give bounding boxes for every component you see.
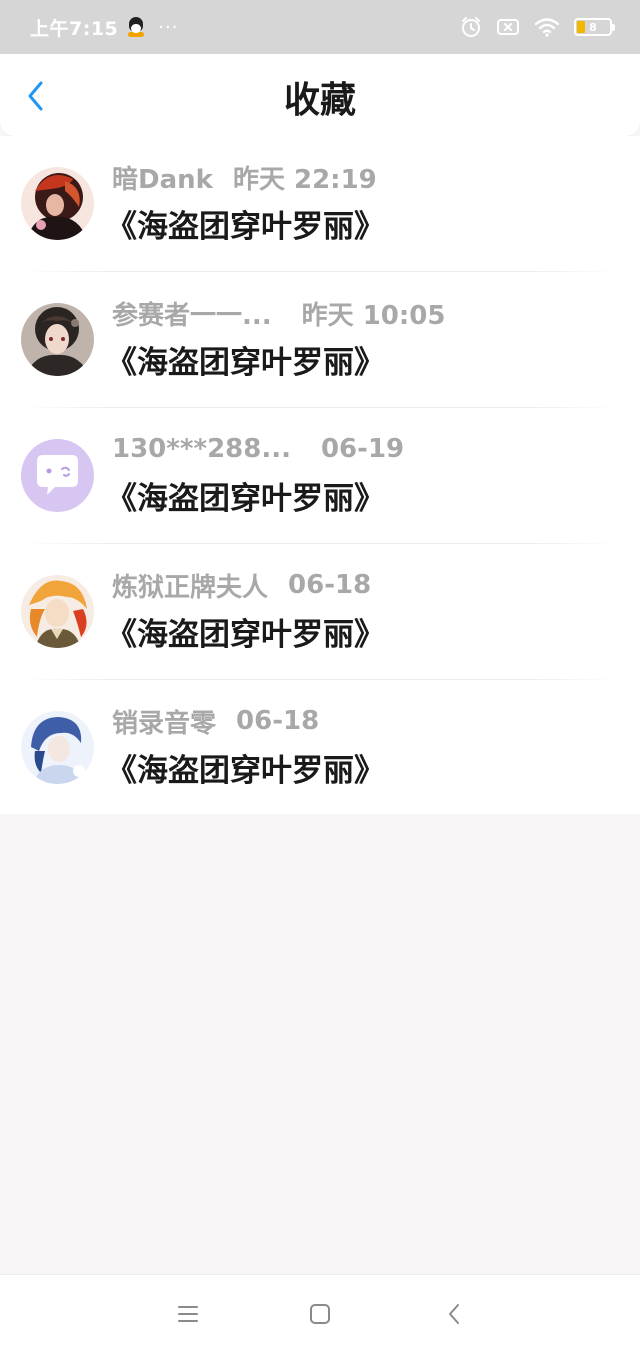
timestamp: 06-19 [320,434,405,464]
page-title: 收藏 [283,80,356,121]
item-title[interactable]: 《海盗团穿叶罗丽》 [106,206,385,248]
home-square-icon [310,1304,330,1324]
favorites-list: 暗Dank 昨天 22:19 《海盗团穿叶罗丽》 参赛者一一... 昨天 10:… [0,136,640,814]
avatar[interactable] [21,711,94,784]
item-title[interactable]: 《海盗团穿叶罗丽》 [106,750,385,792]
item-meta: 130***288... 06-19 [112,433,404,465]
list-item[interactable]: 销录音零 06-18 《海盗团穿叶罗丽》 [0,680,640,816]
timestamp: 06-18 [236,706,320,736]
status-time: 上午7:15 [30,17,119,40]
menu-button[interactable] [168,1295,208,1333]
header: 收藏 [0,54,640,136]
user-name[interactable]: 暗Dank [112,159,213,196]
avatar[interactable] [21,167,94,240]
item-title[interactable]: 《海盗团穿叶罗丽》 [106,614,385,656]
battery-level: 8 [589,20,597,34]
timestamp: 06-18 [288,570,372,600]
menu-icon [178,1306,198,1322]
user-name[interactable]: 销录音零 [112,703,216,740]
sim-x-icon [496,17,520,37]
list-item[interactable]: 参赛者一一... 昨天 10:05 《海盗团穿叶罗丽》 [0,272,640,408]
list-item[interactable]: 暗Dank 昨天 22:19 《海盗团穿叶罗丽》 [0,136,640,272]
item-meta: 销录音零 06-18 [112,703,320,740]
back-arrow-icon [449,1304,459,1324]
battery-icon: 8 [574,18,615,36]
avatar[interactable] [21,575,94,648]
status-right: 8 [460,16,615,38]
status-left: 上午7:15 ··· [30,14,460,41]
avatar[interactable] [21,439,94,512]
avatar[interactable] [21,303,94,376]
item-meta: 参赛者一一... 昨天 10:05 [112,295,446,332]
user-name[interactable]: 130***288... [112,434,291,464]
user-name[interactable]: 参赛者一一... [112,295,272,332]
timestamp: 昨天 10:05 [301,300,446,331]
item-meta: 炼狱正牌夫人 06-18 [112,567,372,604]
timestamp: 昨天 22:19 [232,164,377,195]
status-bar: 上午7:15 ··· 8 [0,0,640,54]
home-button[interactable] [300,1295,340,1333]
user-name[interactable]: 炼狱正牌夫人 [112,567,268,604]
list-item[interactable]: 炼狱正牌夫人 06-18 《海盗团穿叶罗丽》 [0,544,640,680]
item-title[interactable]: 《海盗团穿叶罗丽》 [106,478,385,520]
list-item[interactable]: 130***288... 06-19 《海盗团穿叶罗丽》 [0,408,640,544]
qq-icon [126,16,146,38]
system-nav-bar [0,1274,640,1351]
alarm-icon [460,16,482,38]
item-title[interactable]: 《海盗团穿叶罗丽》 [106,342,385,384]
system-back-button[interactable] [434,1295,474,1333]
status-more-dots: ··· [158,16,179,38]
wifi-icon [534,17,560,37]
item-meta: 暗Dank 昨天 22:19 [112,159,377,196]
